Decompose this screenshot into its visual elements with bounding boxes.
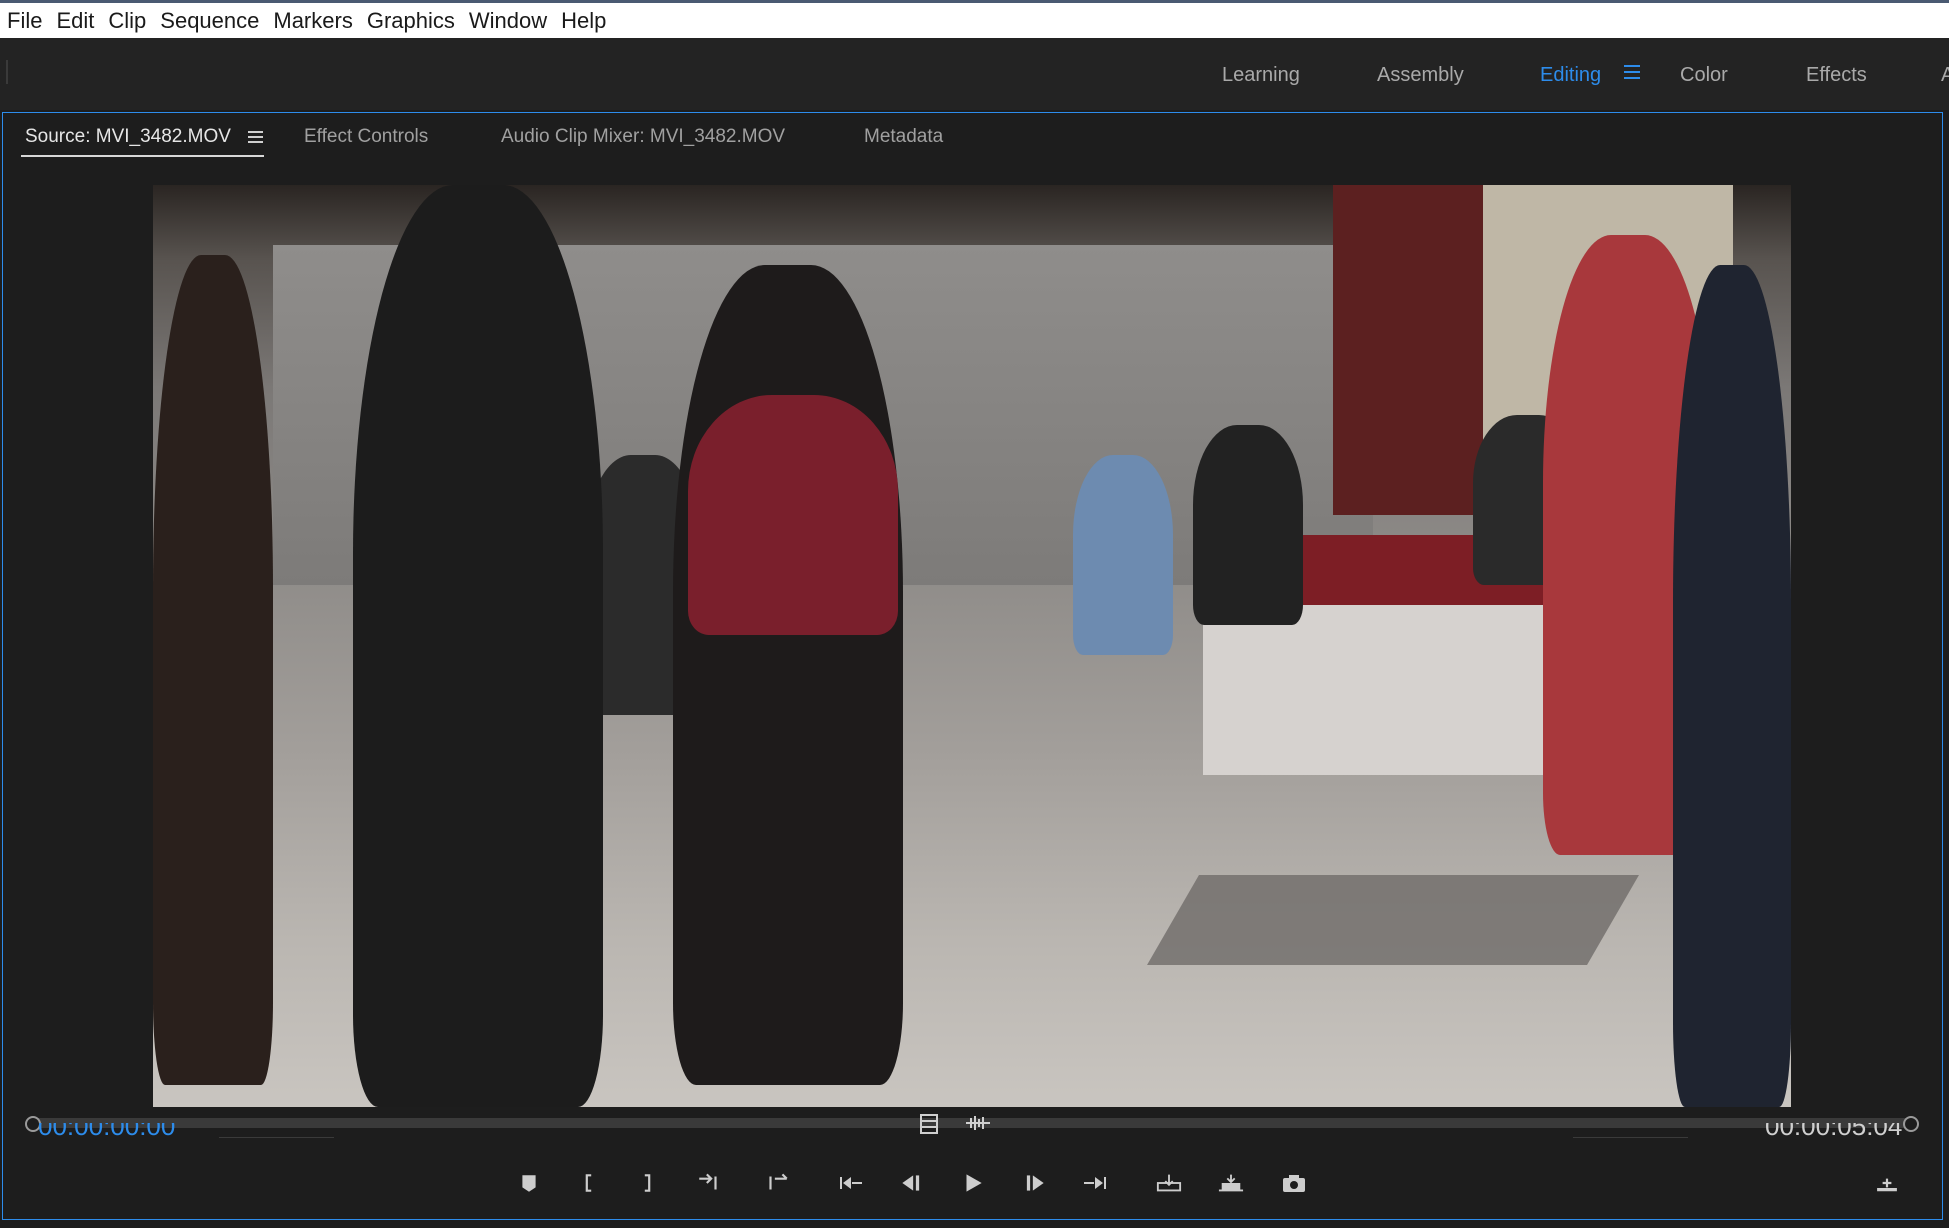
video-curtain <box>1333 185 1483 515</box>
mark-out-icon[interactable] <box>633 1172 661 1196</box>
menu-sequence[interactable]: Sequence <box>153 3 266 38</box>
menu-bar: File Edit Clip Sequence Markers Graphics… <box>0 3 1949 38</box>
video-guest <box>1073 455 1173 655</box>
add-marker-icon[interactable] <box>515 1172 543 1196</box>
drag-audio-only-icon[interactable] <box>965 1113 990 1135</box>
panel-menu-icon[interactable] <box>248 131 263 144</box>
menu-graphics[interactable]: Graphics <box>360 3 462 38</box>
zoom-level-dropdown[interactable] <box>219 1125 334 1138</box>
go-to-in-icon[interactable] <box>695 1172 723 1196</box>
workspace-tab-learning[interactable]: Learning <box>1222 64 1300 87</box>
tab-audio-clip-mixer[interactable]: Audio Clip Mixer: MVI_3482.MOV <box>501 126 785 148</box>
workspace-tab-color[interactable]: Color <box>1680 64 1728 87</box>
video-guest <box>1193 425 1303 625</box>
playhead-timecode[interactable]: 00:00:00:00 <box>38 1123 175 1137</box>
step-back-to-in-icon[interactable] <box>837 1172 865 1196</box>
workspace-menu-icon[interactable] <box>1624 65 1640 79</box>
menu-clip[interactable]: Clip <box>101 3 153 38</box>
drag-video-only-icon[interactable] <box>918 1113 940 1135</box>
video-dancer-left <box>153 255 273 1085</box>
resolution-dropdown[interactable] <box>1573 1125 1688 1138</box>
tab-source[interactable]: Source: MVI_3482.MOV <box>25 126 231 148</box>
video-dancer-black <box>353 185 603 1107</box>
active-tab-underline <box>21 155 264 157</box>
button-editor-icon[interactable] <box>1873 1172 1901 1196</box>
tab-effect-controls[interactable]: Effect Controls <box>304 126 428 148</box>
workspace-tab-editing[interactable]: Editing <box>1540 64 1601 87</box>
overwrite-icon[interactable] <box>1217 1172 1245 1196</box>
video-floor-shadow <box>1147 875 1639 965</box>
export-frame-icon[interactable] <box>1280 1172 1308 1196</box>
video-dancer-center <box>673 265 903 1085</box>
mark-in-icon[interactable] <box>575 1172 603 1196</box>
menu-file[interactable]: File <box>0 3 49 38</box>
go-to-out-icon[interactable] <box>763 1172 791 1196</box>
video-dancer-right <box>1673 265 1791 1107</box>
zoom-handle-end[interactable] <box>1903 1116 1919 1132</box>
drag-grip-icon[interactable] <box>6 60 8 84</box>
workspace-tab-effects[interactable]: Effects <box>1806 64 1867 87</box>
workspace-tab-audio[interactable]: A <box>1941 64 1949 87</box>
panel-tabs: Source: MVI_3482.MOV Effect Controls Aud… <box>3 113 1942 159</box>
video-frame[interactable] <box>153 185 1791 1107</box>
menu-edit[interactable]: Edit <box>49 3 101 38</box>
menu-window[interactable]: Window <box>462 3 554 38</box>
workspace-tab-assembly[interactable]: Assembly <box>1377 64 1464 87</box>
menu-help[interactable]: Help <box>554 3 613 38</box>
duration-timecode: 00:00:05:04 <box>1765 1123 1902 1137</box>
menu-markers[interactable]: Markers <box>266 3 359 38</box>
source-monitor-panel: Source: MVI_3482.MOV Effect Controls Aud… <box>2 112 1943 1220</box>
step-forward-to-out-icon[interactable] <box>1081 1172 1109 1196</box>
tab-metadata[interactable]: Metadata <box>864 126 943 148</box>
step-forward-icon[interactable] <box>1021 1172 1049 1196</box>
insert-icon[interactable] <box>1155 1172 1183 1196</box>
step-back-icon[interactable] <box>897 1172 925 1196</box>
workspace-bar: Learning Assembly Editing Color Effects … <box>0 38 1949 110</box>
transport-controls <box>3 1166 1942 1206</box>
video-dancer-shirt <box>688 395 898 635</box>
play-icon[interactable] <box>959 1172 987 1196</box>
